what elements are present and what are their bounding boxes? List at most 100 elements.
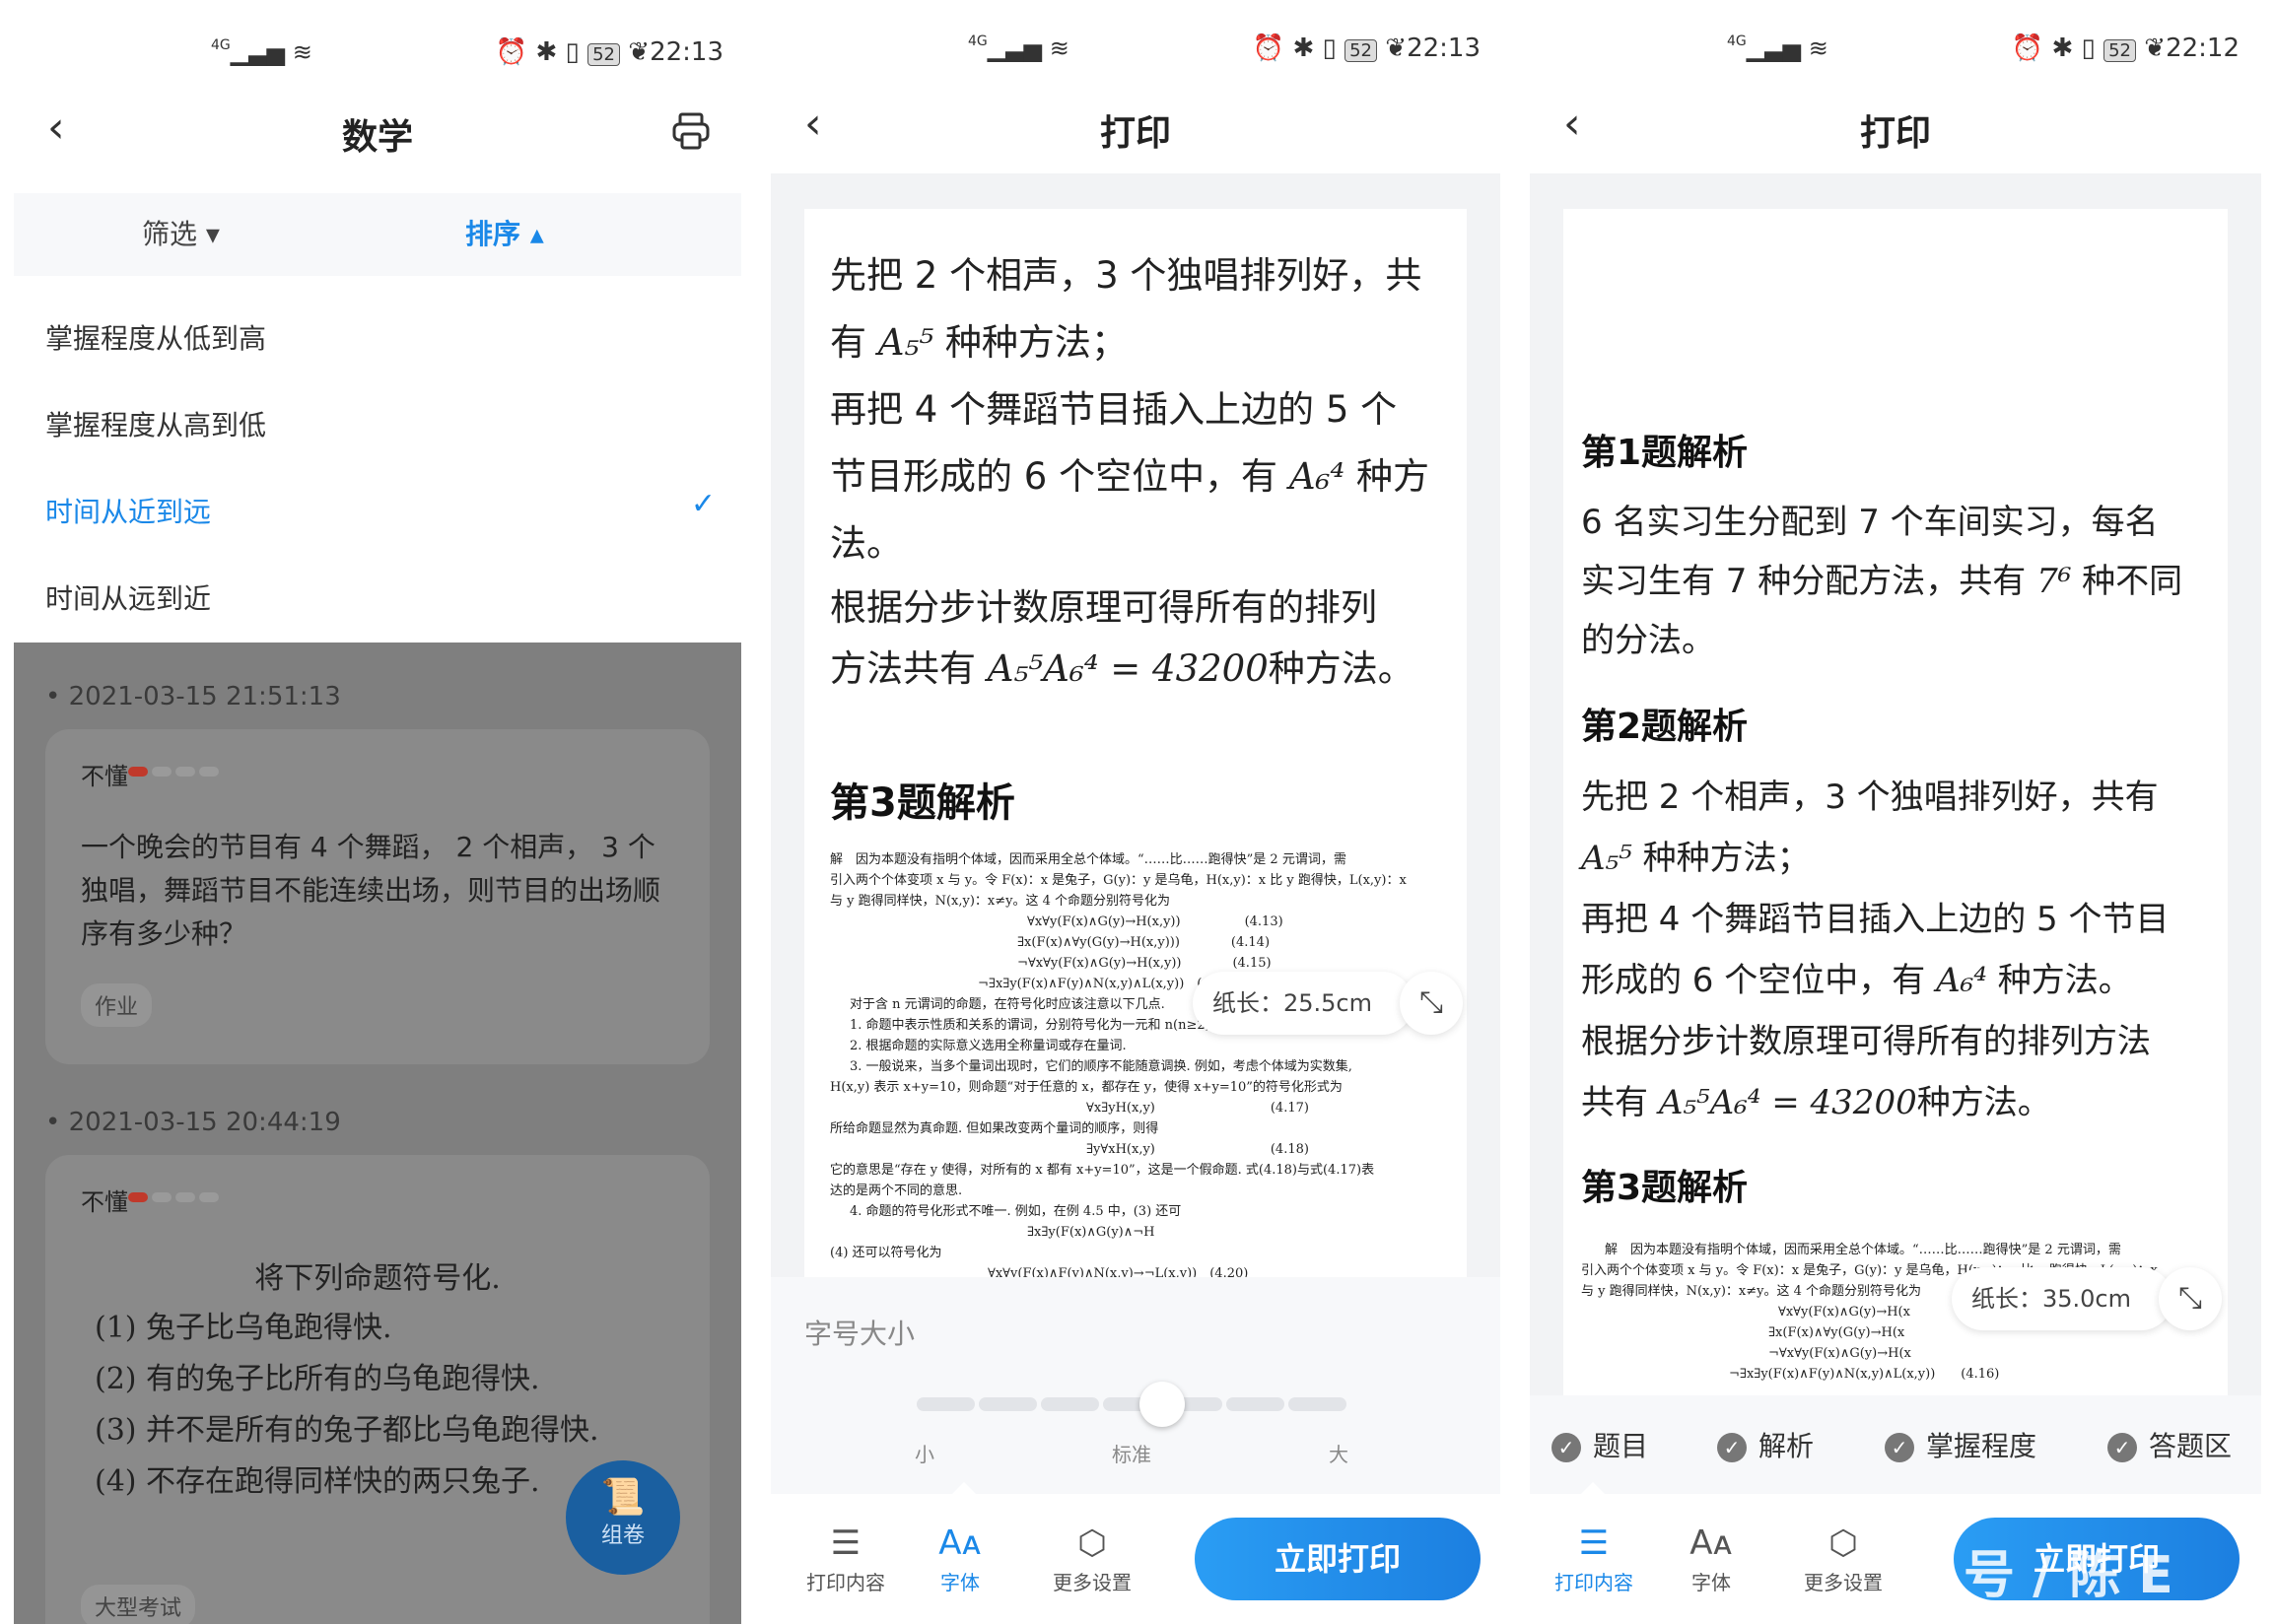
page-title: 打印 [1099, 113, 1171, 154]
section-heading: 第3题解析 [830, 780, 1015, 826]
bottom-tab-bar: ☰ 打印内容 Aᴀ 字体 ⬡ 更多设置 立即打印 号 / 陈 E [1530, 1482, 2261, 1622]
phone-print-font-screen: 4G▁▃▅ ≋ ⏰ ✱ ▯ 52 ❦22:13 ‹ 打印 先把 2 个相声，3 … [771, 0, 1500, 1624]
sort-dropdown[interactable]: 排序 ▴ [465, 213, 544, 252]
signal-icon: 4G▁▃▅ ≋ [1727, 34, 1828, 62]
mastery-level: 不懂 [81, 763, 128, 790]
active-tab-pointer [952, 1482, 976, 1494]
section-heading: 第1题解析 [1581, 433, 1749, 473]
tab-more-settings[interactable]: ⬡ 更多设置 [1023, 1523, 1161, 1595]
status-icons: ⏰ ✱ ▯ [495, 37, 588, 67]
mastery-bars [128, 767, 219, 777]
option-analysis[interactable]: ✓ 解析 [1717, 1425, 1814, 1464]
tab-font[interactable]: Aᴀ 字体 [909, 1523, 1011, 1595]
card-timestamp: • 2021-03-15 20:44:19 [45, 1108, 341, 1137]
mastery-bars [128, 1192, 219, 1202]
paper-preview: 第1题解析 6 名实习生分配到 7 个车间实习，每名 实习生有 7 种分配方法，… [1563, 209, 2228, 1395]
paper-length-badge: 纸长：35.0cm [1952, 1267, 2172, 1330]
font-size-panel: 字号大小 小 标准 大 [771, 1277, 1500, 1494]
content-options: ✓ 题目 ✓ 解析 ✓ 掌握程度 ✓ 答题区 [1530, 1395, 2261, 1494]
status-bar: 4G▁▃▅ ≋ ⏰ ✱ ▯ 52 ❦22:13 [211, 37, 724, 81]
watermark: 号 / 陈 E [1964, 1546, 2173, 1605]
collapse-icon[interactable]: ⤡ [1400, 972, 1463, 1035]
font-icon: Aᴀ [1689, 1523, 1733, 1563]
slider-knob[interactable] [1139, 1382, 1186, 1427]
check-icon: ✓ [690, 487, 716, 521]
check-circle-icon: ✓ [2107, 1433, 2137, 1462]
slider-segment[interactable] [1040, 1397, 1099, 1411]
sort-option[interactable]: 时间从远到近 [45, 577, 211, 617]
sort-option[interactable]: 掌握程度从低到高 [45, 317, 266, 357]
paper-length-badge: 纸长：25.5cm [1193, 972, 1413, 1035]
settings-hex-icon: ⬡ [1828, 1523, 1858, 1563]
dim-overlay[interactable]: • 2021-03-15 21:51:13 不懂 一个晚会的节目有 4 个舞蹈，… [14, 643, 741, 1624]
option-question[interactable]: ✓ 题目 [1551, 1425, 1648, 1464]
tab-print-content[interactable]: ☰ 打印内容 [1540, 1523, 1648, 1595]
answer-text: 先把 2 个相声，3 个独唱排列好，共有 A₅⁵ 种种方法； 再把 4 个舞蹈节… [1581, 778, 2170, 1122]
section-heading: 第2题解析 [1581, 707, 1749, 747]
leaf-icon: ❦ [2144, 34, 2167, 63]
answer-text: 先把 2 个相声，3 个独唱排列好，共 有 A₅⁵ 种种方法； 再把 4 个舞蹈… [830, 254, 1429, 690]
leaf-icon: ❦ [628, 37, 651, 67]
phone-print-content-screen: 4G▁▃▅ ≋ ⏰ ✱ ▯ 52 ❦22:12 ‹ 打印 第1题解析 6 名实习… [1530, 0, 2261, 1624]
list-icon: ☰ [830, 1523, 862, 1563]
active-tab-pointer [1581, 1482, 1605, 1494]
question-lines: (1) 兔子比乌龟跑得快. (2) 有的兔子比所有的乌龟跑得快. (3) 并不是… [95, 1311, 599, 1499]
battery-icon: 52 [1344, 39, 1377, 62]
collapse-icon[interactable]: ⤡ [2159, 1267, 2222, 1330]
filter-bar: 筛选 ▾ 排序 ▴ [14, 193, 741, 276]
question-text: 一个晚会的节目有 4 个舞蹈， 2 个相声， 3 个独唱，舞蹈节目不能连续出场，… [81, 831, 661, 950]
settings-hex-icon: ⬡ [1077, 1523, 1107, 1563]
source-tag: 大型考试 [81, 1585, 196, 1624]
font-size-label: 字号大小 [804, 1318, 916, 1350]
page-title: 数学 [341, 117, 413, 158]
status-time: 22:13 [650, 37, 724, 67]
status-bar: 4G▁▃▅ ≋ ⏰ ✱ ▯ 52 ❦22:13 [968, 34, 1481, 77]
mastery-level: 不懂 [81, 1188, 128, 1216]
source-tag: 作业 [81, 983, 153, 1027]
option-answer-area[interactable]: ✓ 答题区 [2107, 1425, 2232, 1464]
page-title: 打印 [1859, 113, 1931, 154]
battery-icon: 52 [2103, 39, 2136, 62]
card-timestamp: • 2021-03-15 21:51:13 [45, 682, 341, 711]
status-time: 22:13 [1407, 34, 1481, 63]
compose-paper-button[interactable]: 📜 组卷 [566, 1460, 680, 1575]
status-time: 22:12 [2166, 34, 2240, 63]
sort-options-list: 掌握程度从低到高 掌握程度从高到低 时间从近到远 ✓ 时间从远到近 [14, 276, 741, 643]
question-heading: 将下列命题符号化. [254, 1261, 501, 1296]
sort-option[interactable]: 掌握程度从高到低 [45, 404, 266, 443]
slider-segment[interactable] [1226, 1397, 1285, 1411]
tab-font[interactable]: Aᴀ 字体 [1660, 1523, 1762, 1595]
signal-icon: 4G▁▃▅ ≋ [211, 37, 312, 66]
check-circle-icon: ✓ [1551, 1433, 1581, 1462]
status-icons: ⏰ ✱ ▯ [1252, 34, 1345, 63]
slider-segment[interactable] [917, 1397, 975, 1411]
preview-area[interactable]: 先把 2 个相声，3 个独唱排列好，共 有 A₅⁵ 种种方法； 再把 4 个舞蹈… [771, 173, 1500, 1281]
printer-icon[interactable] [670, 110, 712, 152]
check-circle-icon: ✓ [1717, 1433, 1747, 1462]
font-icon: Aᴀ [938, 1523, 982, 1563]
question-card[interactable]: 不懂 一个晚会的节目有 4 个舞蹈， 2 个相声， 3 个独唱，舞蹈节目不能连续… [45, 729, 710, 1064]
tab-more-settings[interactable]: ⬡ 更多设置 [1774, 1523, 1912, 1595]
leaf-icon: ❦ [1385, 34, 1408, 63]
signal-icon: 4G▁▃▅ ≋ [968, 34, 1069, 62]
sort-option-selected[interactable]: 时间从近到远 [45, 491, 211, 530]
bottom-tab-bar: ☰ 打印内容 Aᴀ 字体 ⬡ 更多设置 立即打印 [771, 1482, 1500, 1622]
check-circle-icon: ✓ [1885, 1433, 1914, 1462]
answer-text: 6 名实习生分配到 7 个车间实习，每名 实习生有 7 种分配方法，共有 7⁶ … [1581, 503, 2183, 660]
font-size-slider[interactable] [915, 1382, 1348, 1427]
section-heading: 第3题解析 [1581, 1168, 1749, 1208]
slider-segment[interactable] [1288, 1397, 1346, 1411]
battery-icon: 52 [587, 43, 620, 66]
tab-print-content[interactable]: ☰ 打印内容 [794, 1523, 897, 1595]
filter-dropdown[interactable]: 筛选 ▾ [142, 213, 220, 252]
phone-sort-screen: 4G▁▃▅ ≋ ⏰ ✱ ▯ 52 ❦22:13 ‹ 数学 筛选 ▾ 排序 ▴ 掌… [14, 0, 741, 1624]
status-bar: 4G▁▃▅ ≋ ⏰ ✱ ▯ 52 ❦22:12 [1727, 34, 2240, 77]
slider-labels: 小 标准 大 [915, 1443, 1348, 1466]
status-icons: ⏰ ✱ ▯ [2011, 34, 2104, 63]
preview-area[interactable]: 第1题解析 6 名实习生分配到 7 个车间实习，每名 实习生有 7 种分配方法，… [1530, 173, 2261, 1395]
slider-segment[interactable] [978, 1397, 1037, 1411]
option-mastery[interactable]: ✓ 掌握程度 [1885, 1425, 2036, 1464]
scroll-icon: 📜 [600, 1477, 646, 1518]
print-now-button[interactable]: 立即打印 [1195, 1518, 1481, 1600]
paper-preview: 先把 2 个相声，3 个独唱排列好，共 有 A₅⁵ 种种方法； 再把 4 个舞蹈… [804, 209, 1467, 1281]
